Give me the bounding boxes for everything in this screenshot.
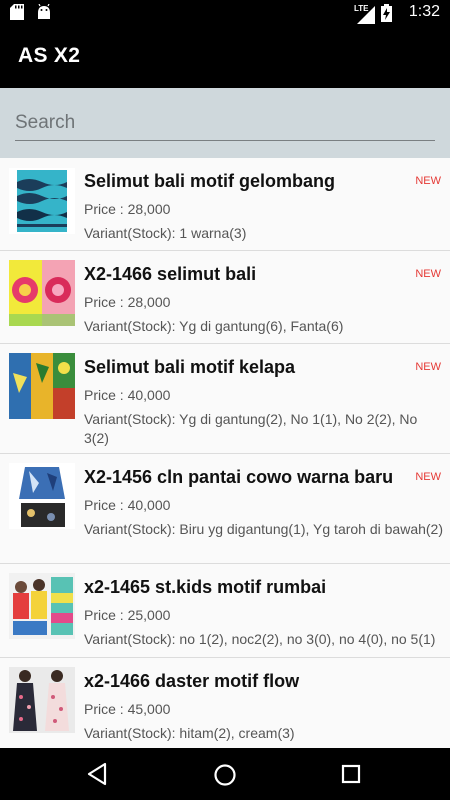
product-variant: Variant(Stock): 1 warna(3)	[84, 225, 247, 241]
new-badge: NEW	[415, 175, 441, 187]
sd-card-icon	[10, 4, 24, 24]
product-variant: Variant(Stock): Yg di gantung(2), No 1(1…	[84, 411, 418, 446]
new-badge: NEW	[415, 361, 441, 373]
product-variant: Variant(Stock): hitam(2), cream(3)	[84, 725, 295, 741]
product-name: x2-1466 daster motif flow	[84, 671, 300, 691]
product-variant: Variant(Stock): no 1(2), noc2(2), no 3(0…	[84, 631, 436, 647]
product-item[interactable]: Selimut bali motif kelapa NEW Price : 40…	[0, 344, 450, 454]
product-thumbnail	[9, 573, 75, 639]
product-price: Price : 40,000	[84, 497, 171, 513]
product-name: Selimut bali motif kelapa	[84, 357, 296, 377]
product-list[interactable]: Selimut bali motif gelombang NEW Price :…	[0, 158, 450, 748]
product-thumbnail	[9, 667, 75, 733]
product-thumbnail	[9, 353, 75, 419]
app-title: AS X2	[18, 44, 81, 67]
product-price: Price : 28,000	[84, 201, 171, 217]
product-price: Price : 40,000	[84, 387, 171, 403]
navigation-bar	[0, 748, 450, 800]
product-name: X2-1466 selimut bali	[84, 264, 257, 284]
product-item[interactable]: X2-1466 selimut bali NEW Price : 28,000 …	[0, 251, 450, 344]
app-bar: AS X2	[0, 26, 450, 88]
home-icon[interactable]	[213, 763, 237, 791]
search-bar	[0, 88, 450, 158]
new-badge: NEW	[415, 268, 441, 280]
product-thumbnail	[9, 463, 75, 529]
search-input[interactable]	[15, 106, 435, 141]
back-icon[interactable]	[86, 762, 108, 790]
android-icon	[36, 3, 52, 24]
clock: 1:32	[408, 3, 440, 20]
product-thumbnail	[9, 260, 75, 326]
product-name: x2-1465 st.kids motif rumbai	[84, 577, 327, 597]
product-thumbnail	[9, 168, 75, 234]
product-price: Price : 45,000	[84, 701, 171, 717]
lte-signal-icon: LTE	[354, 4, 375, 24]
product-price: Price : 28,000	[84, 294, 171, 310]
battery-charging-icon	[381, 4, 392, 26]
recents-icon[interactable]	[341, 764, 361, 788]
new-badge: NEW	[415, 471, 441, 483]
status-bar: LTE 1:32	[0, 0, 450, 26]
product-item[interactable]: x2-1466 daster motif flow Price : 45,000…	[0, 658, 450, 748]
product-item[interactable]: Selimut bali motif gelombang NEW Price :…	[0, 158, 450, 251]
product-item[interactable]: x2-1465 st.kids motif rumbai Price : 25,…	[0, 564, 450, 658]
product-name: Selimut bali motif gelombang	[84, 171, 336, 191]
product-item[interactable]: X2-1456 cln pantai cowo warna baru NEW P…	[0, 454, 450, 564]
product-variant: Variant(Stock): Yg di gantung(6), Fanta(…	[84, 318, 344, 334]
product-name: X2-1456 cln pantai cowo warna baru	[84, 467, 394, 487]
product-variant: Variant(Stock): Biru yg digantung(1), Yg…	[84, 521, 444, 537]
product-price: Price : 25,000	[84, 607, 171, 623]
